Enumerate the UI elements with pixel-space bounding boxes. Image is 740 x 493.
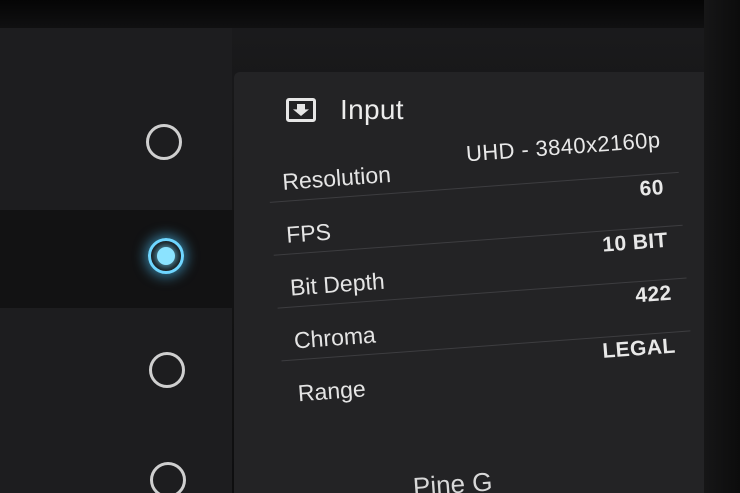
setting-label: Range <box>296 375 367 407</box>
setting-value: 422 <box>634 281 673 308</box>
top-bezel <box>0 0 740 28</box>
setting-label: Bit Depth <box>289 267 386 301</box>
download-arrow-shape <box>293 104 309 116</box>
screen-edge <box>704 0 740 493</box>
input-settings-table: Resolution UHD - 3840x2160p FPS 60 Bit D… <box>266 119 694 413</box>
setting-value: 10 BIT <box>601 228 669 257</box>
panel-header: Input <box>286 92 404 128</box>
camera-monitor-screen: Input Resolution UHD - 3840x2160p FPS 60… <box>0 0 740 493</box>
setting-label: FPS <box>285 218 332 248</box>
source-radio-3[interactable] <box>149 352 185 388</box>
setting-value: LEGAL <box>601 334 677 363</box>
source-radio-2-selected[interactable] <box>148 238 184 274</box>
setting-value: 60 <box>638 175 665 201</box>
source-radio-1[interactable] <box>146 124 182 160</box>
setting-value: UHD - 3840x2160p <box>465 127 662 167</box>
footer-partial-label: Pine G <box>412 466 494 493</box>
setting-label: Resolution <box>281 160 392 195</box>
selected-row-band <box>0 210 240 308</box>
panel-title: Input <box>340 94 404 125</box>
setting-label: Chroma <box>293 321 377 354</box>
source-radio-4[interactable] <box>150 462 186 493</box>
input-download-icon <box>286 98 316 122</box>
radio-selected-dot <box>157 247 175 265</box>
